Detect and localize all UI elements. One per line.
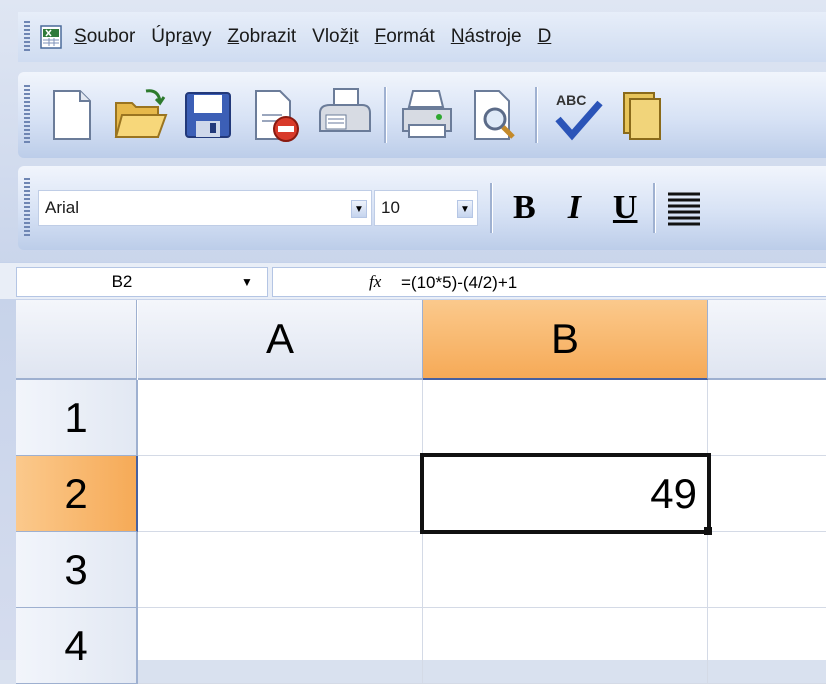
formula-text: =(10*5)-(4/2)+1: [401, 273, 518, 292]
menu-zobrazit[interactable]: Zobrazit: [228, 26, 297, 48]
align-left-icon[interactable]: [664, 188, 704, 228]
select-all-corner[interactable]: [16, 300, 137, 380]
name-box-value: B2: [111, 272, 133, 291]
active-cell-border: [420, 453, 711, 534]
font-dropdown-icon[interactable]: ▼: [351, 200, 367, 218]
formula-input[interactable]: fx =(10*5)-(4/2)+1: [272, 267, 826, 297]
cell-a4[interactable]: [138, 608, 423, 684]
formatting-toolbar: Arial ▼ 10 ▼ B I U: [18, 166, 826, 250]
menu-data[interactable]: D: [538, 26, 552, 48]
toolbar-separator-2: [535, 87, 538, 143]
font-size-value: 10: [381, 198, 400, 217]
name-box[interactable]: B2 ▼: [16, 267, 268, 297]
menu-bar: Soubor Úpravy Zobrazit Vložit Formát Nás…: [18, 12, 826, 62]
open-folder-icon[interactable]: [112, 85, 168, 145]
cell-a3[interactable]: [138, 532, 423, 608]
print-icon[interactable]: [399, 85, 455, 145]
column-header-b[interactable]: B: [423, 300, 708, 380]
print-preview-icon[interactable]: [467, 85, 523, 145]
spelling-icon[interactable]: ABC: [550, 85, 606, 145]
menu-vlozit[interactable]: Vložit: [312, 26, 358, 48]
excel-window: Soubor Úpravy Zobrazit Vložit Formát Nás…: [0, 0, 826, 684]
cell-a2[interactable]: [138, 456, 423, 532]
standard-toolbar: ABC: [18, 72, 826, 158]
excel-app-icon[interactable]: [38, 24, 64, 50]
cell-b4[interactable]: [423, 608, 708, 684]
cell-c2[interactable]: [708, 456, 826, 532]
size-dropdown-icon[interactable]: ▼: [457, 200, 473, 218]
save-disk-icon[interactable]: [180, 85, 236, 145]
column-header-a[interactable]: A: [138, 300, 423, 380]
italic-button[interactable]: I: [568, 189, 581, 227]
new-document-icon[interactable]: [44, 85, 100, 145]
cell-a1[interactable]: [138, 380, 423, 456]
font-name-combo[interactable]: Arial ▼: [38, 190, 372, 226]
cell-b1[interactable]: [423, 380, 708, 456]
row-header-2[interactable]: 2: [16, 456, 138, 532]
fx-icon[interactable]: fx: [369, 272, 381, 292]
menu-format[interactable]: Formát: [375, 26, 435, 48]
formula-bar-row: B2 ▼ fx =(10*5)-(4/2)+1: [0, 262, 826, 299]
spreadsheet-grid: A B 1 2 3 4 49: [16, 300, 826, 684]
fill-handle[interactable]: [704, 527, 712, 535]
menu-soubor[interactable]: Soubor: [74, 26, 135, 48]
print-fax-icon[interactable]: [316, 85, 372, 145]
menubar-grip[interactable]: [24, 21, 30, 53]
name-box-dropdown-icon[interactable]: ▼: [233, 272, 261, 292]
format-separator: [490, 183, 493, 233]
toolbar-separator: [384, 87, 387, 143]
underline-button[interactable]: U: [613, 189, 638, 227]
menu-nastroje[interactable]: Nástroje: [451, 26, 522, 48]
cell-c3[interactable]: [708, 532, 826, 608]
format-toolbar-grip[interactable]: [24, 178, 30, 238]
row-header-1[interactable]: 1: [16, 380, 138, 456]
font-size-combo[interactable]: 10 ▼: [374, 190, 478, 226]
research-icon[interactable]: [618, 85, 674, 145]
column-header-c[interactable]: [708, 300, 826, 380]
menu-upravy[interactable]: Úpravy: [151, 26, 211, 48]
format-separator-2: [653, 183, 657, 233]
permission-icon[interactable]: [248, 85, 304, 145]
cell-b3[interactable]: [423, 532, 708, 608]
svg-text:ABC: ABC: [556, 92, 586, 108]
bold-button[interactable]: B: [513, 189, 536, 227]
row-header-4[interactable]: 4: [16, 608, 138, 684]
cell-c1[interactable]: [708, 380, 826, 456]
row-header-3[interactable]: 3: [16, 532, 138, 608]
cell-c4[interactable]: [708, 608, 826, 684]
font-name-value: Arial: [45, 198, 80, 217]
toolbar-grip[interactable]: [24, 85, 30, 145]
